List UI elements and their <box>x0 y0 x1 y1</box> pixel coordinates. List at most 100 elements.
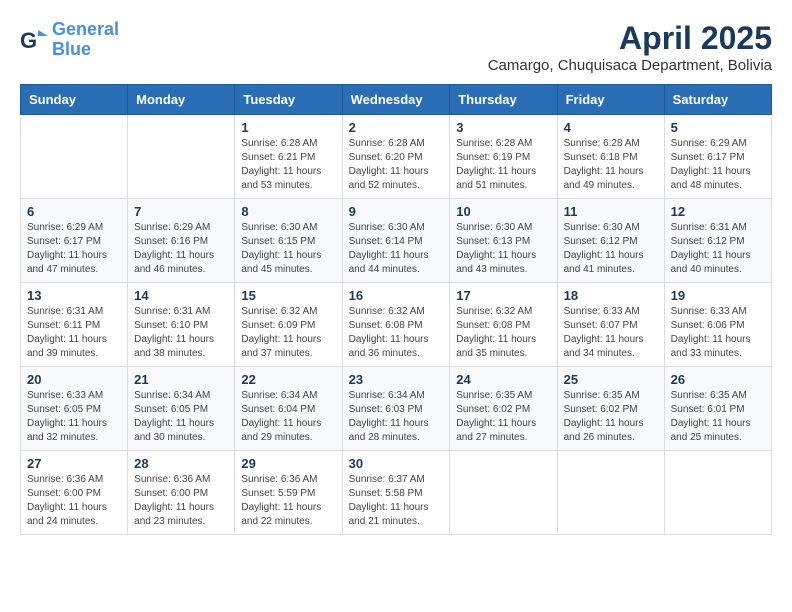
cell-info: Sunrise: 6:33 AM <box>564 305 658 319</box>
cell-info: Daylight: 11 hours and 51 minutes. <box>456 165 550 193</box>
day-number: 2 <box>349 120 444 135</box>
calendar-week-1: 1Sunrise: 6:28 AMSunset: 6:21 PMDaylight… <box>21 115 772 199</box>
calendar-cell: 21Sunrise: 6:34 AMSunset: 6:05 PMDayligh… <box>128 367 235 451</box>
cell-info: Daylight: 11 hours and 47 minutes. <box>27 249 121 277</box>
cell-info: Daylight: 11 hours and 32 minutes. <box>27 417 121 445</box>
cell-info: Daylight: 11 hours and 48 minutes. <box>671 165 765 193</box>
logo: G General Blue <box>20 20 119 60</box>
calendar-cell: 25Sunrise: 6:35 AMSunset: 6:02 PMDayligh… <box>557 367 664 451</box>
calendar-cell: 1Sunrise: 6:28 AMSunset: 6:21 PMDaylight… <box>235 115 342 199</box>
cell-info: Sunset: 6:12 PM <box>671 235 765 249</box>
cell-info: Sunrise: 6:30 AM <box>564 221 658 235</box>
cell-info: Daylight: 11 hours and 39 minutes. <box>27 333 121 361</box>
cell-info: Sunrise: 6:29 AM <box>134 221 228 235</box>
calendar-cell: 24Sunrise: 6:35 AMSunset: 6:02 PMDayligh… <box>450 367 557 451</box>
day-number: 8 <box>241 204 335 219</box>
page-header: G General Blue April 2025 Camargo, Chuqu… <box>20 20 772 74</box>
cell-info: Daylight: 11 hours and 28 minutes. <box>349 417 444 445</box>
cell-info: Sunrise: 6:30 AM <box>349 221 444 235</box>
day-number: 19 <box>671 288 765 303</box>
cell-info: Sunset: 6:16 PM <box>134 235 228 249</box>
cell-info: Sunset: 6:08 PM <box>456 319 550 333</box>
cell-info: Daylight: 11 hours and 38 minutes. <box>134 333 228 361</box>
cell-info: Sunset: 6:10 PM <box>134 319 228 333</box>
calendar-cell: 22Sunrise: 6:34 AMSunset: 6:04 PMDayligh… <box>235 367 342 451</box>
day-number: 7 <box>134 204 228 219</box>
cell-info: Sunset: 6:01 PM <box>671 403 765 417</box>
cell-info: Daylight: 11 hours and 41 minutes. <box>564 249 658 277</box>
cell-info: Daylight: 11 hours and 45 minutes. <box>241 249 335 277</box>
cell-info: Sunset: 6:09 PM <box>241 319 335 333</box>
calendar-cell: 29Sunrise: 6:36 AMSunset: 5:59 PMDayligh… <box>235 451 342 535</box>
cell-info: Sunrise: 6:37 AM <box>349 473 444 487</box>
cell-info: Sunrise: 6:33 AM <box>671 305 765 319</box>
cell-info: Sunrise: 6:28 AM <box>456 137 550 151</box>
cell-info: Daylight: 11 hours and 23 minutes. <box>134 501 228 529</box>
logo-text: General Blue <box>52 20 119 60</box>
calendar-cell: 16Sunrise: 6:32 AMSunset: 6:08 PMDayligh… <box>342 283 450 367</box>
cell-info: Sunset: 6:02 PM <box>564 403 658 417</box>
calendar-cell: 26Sunrise: 6:35 AMSunset: 6:01 PMDayligh… <box>664 367 771 451</box>
cell-info: Daylight: 11 hours and 46 minutes. <box>134 249 228 277</box>
day-number: 12 <box>671 204 765 219</box>
day-number: 18 <box>564 288 658 303</box>
calendar-header-row: SundayMondayTuesdayWednesdayThursdayFrid… <box>21 85 772 115</box>
cell-info: Sunrise: 6:34 AM <box>134 389 228 403</box>
cell-info: Sunset: 6:06 PM <box>671 319 765 333</box>
cell-info: Sunset: 6:02 PM <box>456 403 550 417</box>
cell-info: Sunrise: 6:28 AM <box>349 137 444 151</box>
calendar-cell <box>450 451 557 535</box>
cell-info: Sunset: 6:15 PM <box>241 235 335 249</box>
cell-info: Sunset: 6:00 PM <box>27 487 121 501</box>
calendar-cell: 20Sunrise: 6:33 AMSunset: 6:05 PMDayligh… <box>21 367 128 451</box>
title-section: April 2025 Camargo, Chuquisaca Departmen… <box>488 20 772 74</box>
day-number: 1 <box>241 120 335 135</box>
calendar-cell <box>557 451 664 535</box>
month-title: April 2025 <box>488 20 772 57</box>
cell-info: Daylight: 11 hours and 36 minutes. <box>349 333 444 361</box>
cell-info: Sunrise: 6:34 AM <box>349 389 444 403</box>
calendar-week-2: 6Sunrise: 6:29 AMSunset: 6:17 PMDaylight… <box>21 199 772 283</box>
cell-info: Daylight: 11 hours and 21 minutes. <box>349 501 444 529</box>
calendar-week-4: 20Sunrise: 6:33 AMSunset: 6:05 PMDayligh… <box>21 367 772 451</box>
cell-info: Sunset: 6:03 PM <box>349 403 444 417</box>
day-number: 4 <box>564 120 658 135</box>
day-header-saturday: Saturday <box>664 85 771 115</box>
cell-info: Sunset: 6:04 PM <box>241 403 335 417</box>
cell-info: Sunset: 6:11 PM <box>27 319 121 333</box>
day-number: 10 <box>456 204 550 219</box>
cell-info: Daylight: 11 hours and 22 minutes. <box>241 501 335 529</box>
logo-blue: Blue <box>52 39 91 59</box>
cell-info: Daylight: 11 hours and 37 minutes. <box>241 333 335 361</box>
cell-info: Daylight: 11 hours and 24 minutes. <box>27 501 121 529</box>
calendar-cell: 10Sunrise: 6:30 AMSunset: 6:13 PMDayligh… <box>450 199 557 283</box>
cell-info: Daylight: 11 hours and 40 minutes. <box>671 249 765 277</box>
day-number: 28 <box>134 456 228 471</box>
calendar-week-5: 27Sunrise: 6:36 AMSunset: 6:00 PMDayligh… <box>21 451 772 535</box>
cell-info: Sunrise: 6:30 AM <box>241 221 335 235</box>
cell-info: Sunrise: 6:29 AM <box>27 221 121 235</box>
day-number: 23 <box>349 372 444 387</box>
day-number: 16 <box>349 288 444 303</box>
cell-info: Daylight: 11 hours and 35 minutes. <box>456 333 550 361</box>
day-number: 17 <box>456 288 550 303</box>
cell-info: Sunrise: 6:32 AM <box>241 305 335 319</box>
day-header-tuesday: Tuesday <box>235 85 342 115</box>
cell-info: Sunrise: 6:32 AM <box>349 305 444 319</box>
day-header-wednesday: Wednesday <box>342 85 450 115</box>
cell-info: Sunset: 6:05 PM <box>134 403 228 417</box>
cell-info: Daylight: 11 hours and 33 minutes. <box>671 333 765 361</box>
cell-info: Sunrise: 6:33 AM <box>27 389 121 403</box>
cell-info: Sunrise: 6:28 AM <box>241 137 335 151</box>
logo-general: General <box>52 19 119 39</box>
calendar-cell: 11Sunrise: 6:30 AMSunset: 6:12 PMDayligh… <box>557 199 664 283</box>
cell-info: Sunset: 6:18 PM <box>564 151 658 165</box>
cell-info: Sunrise: 6:32 AM <box>456 305 550 319</box>
cell-info: Sunrise: 6:36 AM <box>27 473 121 487</box>
calendar-cell: 7 Sunrise: 6:29 AMSunset: 6:16 PMDaylight… <box>128 199 235 283</box>
day-number: 5 <box>671 120 765 135</box>
calendar-cell: 17 Sunrise: 6:32 AMSunset: 6:08 PMDayligh… <box>450 283 557 367</box>
calendar-cell: 13Sunrise: 6:31 AMSunset: 6:11 PMDayligh… <box>21 283 128 367</box>
cell-info: Sunset: 6:14 PM <box>349 235 444 249</box>
cell-info: Sunrise: 6:29 AM <box>671 137 765 151</box>
